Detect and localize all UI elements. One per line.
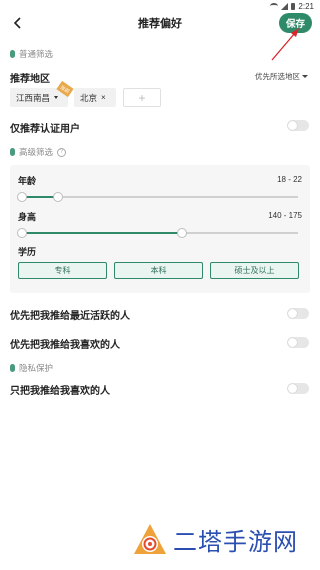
nav-bar: 推荐偏好 保存 <box>0 10 320 36</box>
region-tag-nanchang[interactable]: 江西南昌 当前 <box>10 80 74 107</box>
verified-label: 仅推荐认证用户 <box>10 124 80 135</box>
back-button[interactable] <box>8 13 28 33</box>
signal-icon <box>281 2 289 10</box>
height-slider-max-handle[interactable] <box>177 228 188 238</box>
wifi-icon <box>270 3 279 9</box>
age-slider-max-handle[interactable] <box>52 192 63 202</box>
verified-toggle[interactable] <box>287 120 309 131</box>
section-general-header: 普通筛选 <box>10 48 53 60</box>
liked-first-toggle[interactable] <box>287 337 309 348</box>
chevron-down-icon <box>302 75 308 78</box>
watermark: 二塔手游网 <box>133 522 298 557</box>
age-label: 年龄 <box>18 176 37 186</box>
add-region-button[interactable]: + <box>123 88 161 107</box>
height-label: 身高 <box>18 212 37 222</box>
section-dot-icon <box>10 50 15 58</box>
active-first-label: 优先把我推给最近活跃的人 <box>10 311 130 322</box>
region-tag-label: 北京 <box>80 92 98 103</box>
age-slider[interactable] <box>17 192 298 202</box>
liked-first-label: 优先把我推给我喜欢的人 <box>10 340 120 351</box>
watermark-text: 二塔手游网 <box>173 528 298 556</box>
section-privacy-label: 隐私保护 <box>19 363 54 373</box>
region-tag-beijing[interactable]: 北京 × <box>74 88 116 107</box>
active-first-toggle[interactable] <box>287 308 309 319</box>
education-option-master-above[interactable]: 硕士及以上 <box>210 262 299 279</box>
education-option-junior-college[interactable]: 专科 <box>18 262 107 279</box>
section-general-label: 普通筛选 <box>19 49 54 59</box>
remove-tag-icon[interactable]: × <box>101 93 106 102</box>
page-title: 推荐偏好 <box>138 18 182 30</box>
age-value: 18 - 22 <box>277 175 302 184</box>
save-button[interactable]: 保存 <box>279 13 312 33</box>
back-arrow-icon <box>13 17 21 29</box>
region-label: 推荐地区 <box>10 74 50 85</box>
height-slider-min-handle[interactable] <box>17 228 27 238</box>
education-label: 学历 <box>18 247 37 257</box>
region-priority-dropdown[interactable]: 优先所选地区 <box>255 71 308 82</box>
section-dot-icon <box>10 148 15 156</box>
height-slider[interactable] <box>17 228 298 238</box>
section-advanced-header: 高级筛选 ? <box>10 146 67 158</box>
section-privacy-header: 隐私保护 <box>10 362 53 374</box>
help-icon[interactable]: ? <box>57 147 67 157</box>
advanced-filter-panel: 年龄 18 - 22 身高 140 - 175 学历 专科 本科 硕士及以上 <box>10 165 310 293</box>
section-advanced-label: 高级筛选 <box>19 147 54 157</box>
height-value: 140 - 175 <box>268 211 302 220</box>
current-location-badge: 当前 <box>56 80 74 98</box>
battery-icon <box>291 2 296 10</box>
education-option-bachelor[interactable]: 本科 <box>114 262 203 279</box>
region-priority-label: 优先所选地区 <box>255 72 300 81</box>
section-dot-icon <box>10 364 15 372</box>
height-slider-fill <box>22 232 183 234</box>
caret-down-icon <box>54 96 59 99</box>
age-slider-min-handle[interactable] <box>17 192 27 202</box>
region-tag-label: 江西南昌 <box>16 92 51 103</box>
only-liked-label: 只把我推给我喜欢的人 <box>10 386 110 397</box>
watermark-logo-icon <box>134 523 166 554</box>
only-liked-toggle[interactable] <box>287 383 309 394</box>
